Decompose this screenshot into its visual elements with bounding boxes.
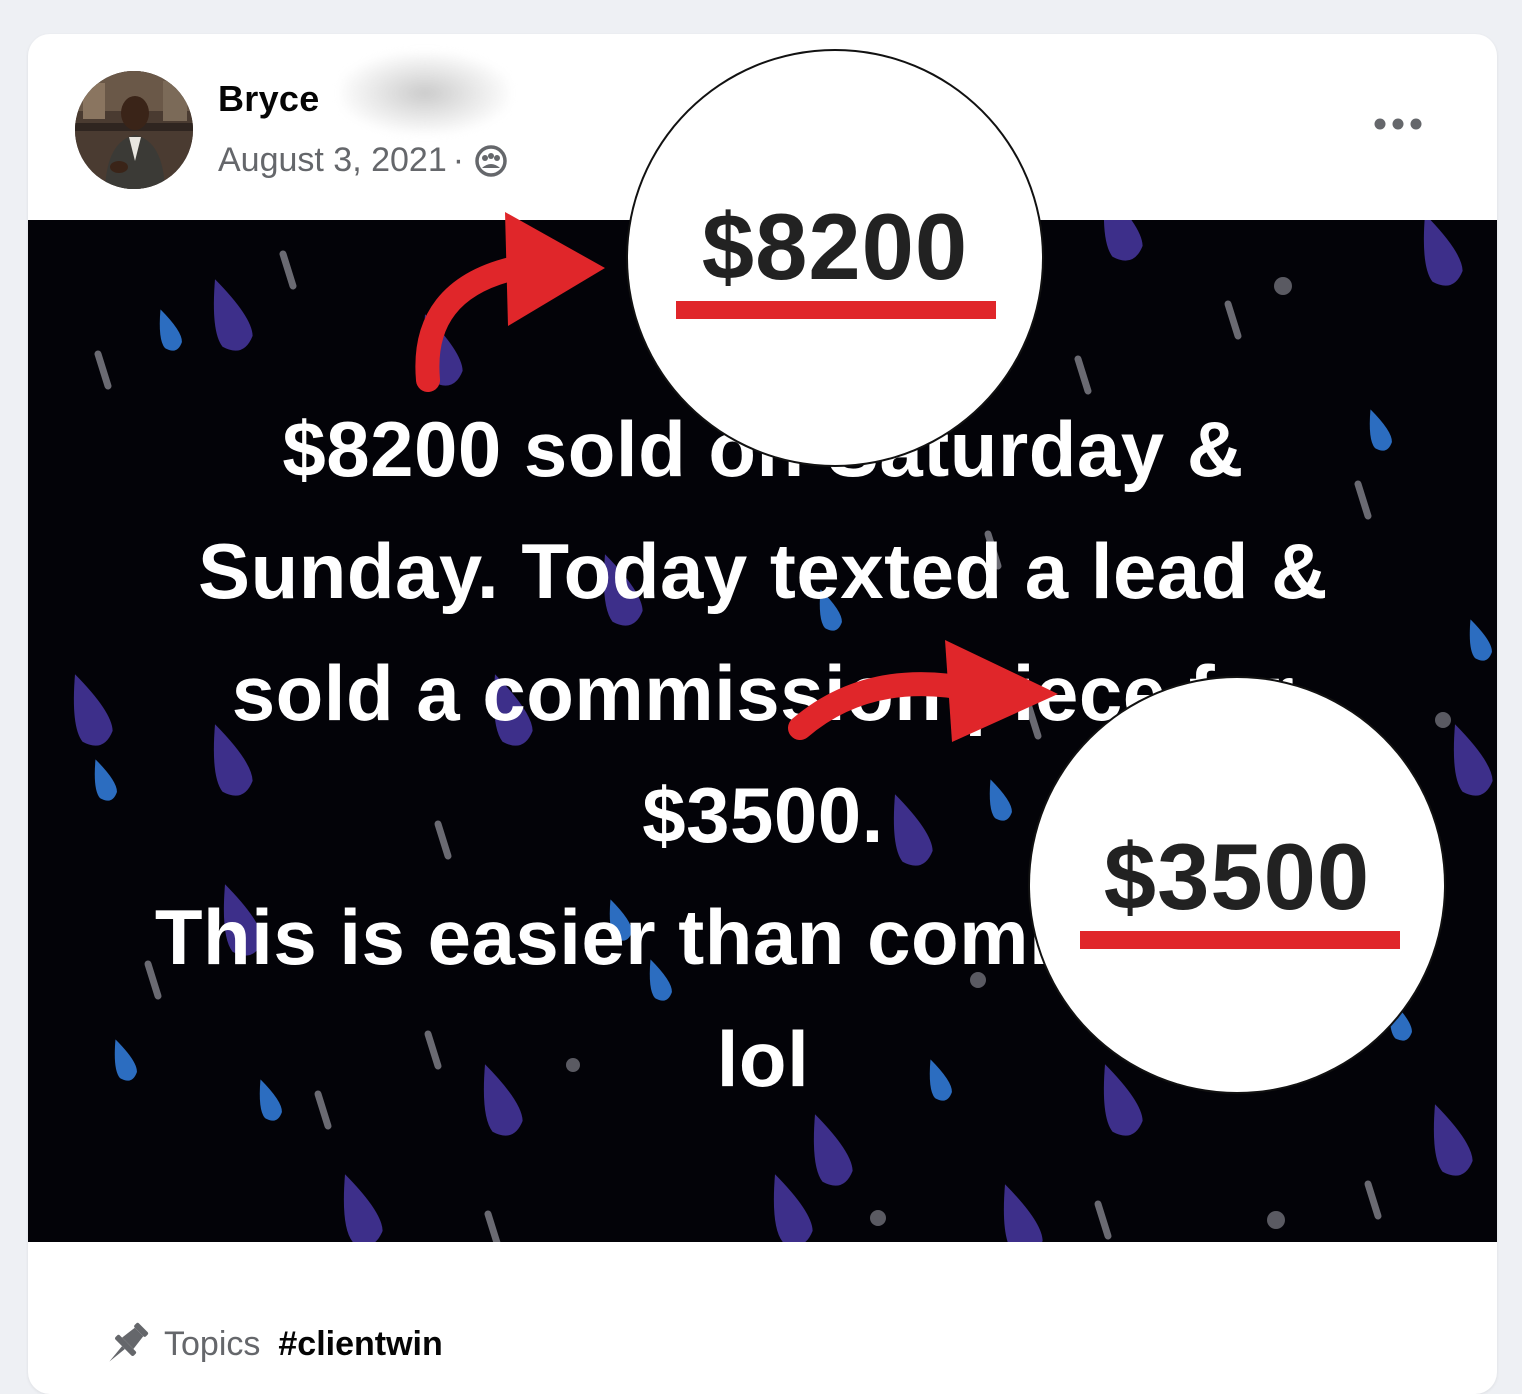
- pin-icon: [109, 1322, 149, 1362]
- members-icon: [475, 144, 507, 177]
- topics-row: Topics #clientwin: [100, 1317, 443, 1371]
- author-avatar[interactable]: [75, 71, 193, 189]
- name-redaction: [340, 52, 510, 134]
- post-image-text: $8200 sold on Saturday & Sunday. Today t…: [154, 405, 1372, 1103]
- post-image[interactable]: $8200 sold on Saturday & Sunday. Today t…: [28, 220, 1497, 1242]
- post-meta: August 3, 2021 ·: [218, 141, 508, 180]
- more-options-button[interactable]: [1368, 106, 1428, 142]
- topics-label: Topics: [164, 1324, 261, 1363]
- avatar-photo: [75, 71, 193, 189]
- author-name[interactable]: Bryce: [218, 78, 320, 120]
- meta-separator: ·: [452, 141, 465, 179]
- post-card: Bryce August 3, 2021 · $8200 sold on Sat…: [28, 34, 1497, 1394]
- post-date[interactable]: August 3, 2021: [218, 141, 447, 180]
- more-options-icon: [1374, 118, 1422, 130]
- topic-tag-clientwin[interactable]: #clientwin: [278, 1325, 442, 1364]
